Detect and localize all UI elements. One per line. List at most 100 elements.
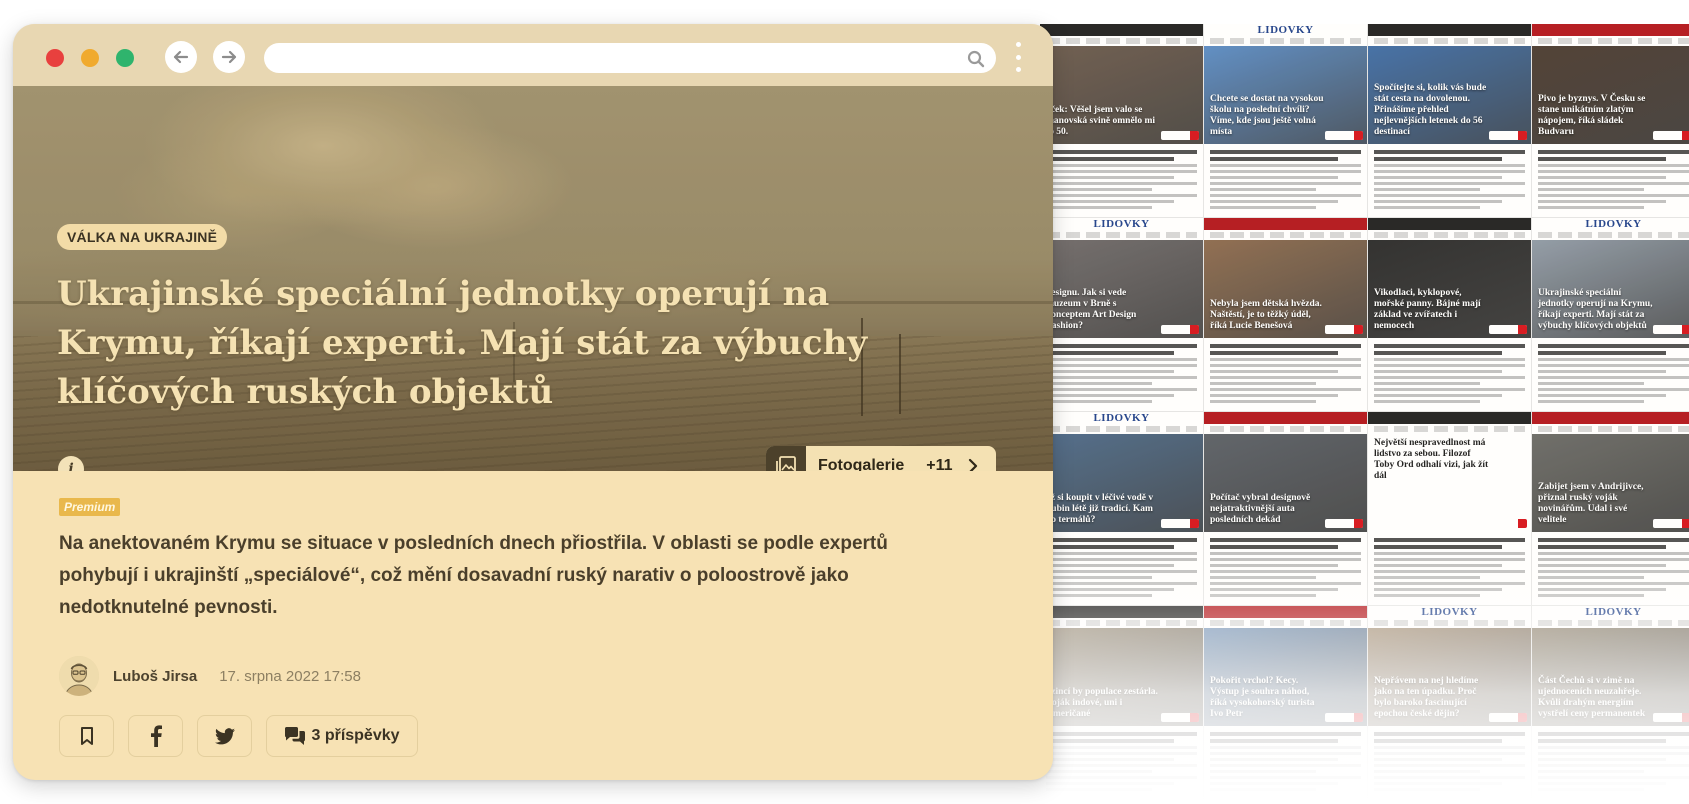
arrow-left-icon [173,50,189,64]
thumbnail-headline: designu. Jak si vede muzeum v Brně s kon… [1046,288,1137,331]
search-icon[interactable] [966,49,986,69]
thumbnail-image: Spočítejte si, kolik vás bude stát cesta… [1368,46,1531,144]
forward-button[interactable] [213,41,245,73]
thumbnail-nav [1538,38,1689,44]
thumbnail-headline: Nepřávem na nej hledíme jako na ten úpad… [1374,676,1479,719]
page-thumbnail: LIDOVKY Část Čechů si v zimě na ujednocen… [1532,606,1689,800]
page-thumbnail: LIDOVKY Ukrajinské speciální jednotky ope… [1532,218,1689,412]
thumbnail-headline: Počítač vybral designově nejatraktivnějš… [1210,493,1311,525]
thumbnail-headline: Zabijet jsem v Andrijivce, přiznal ruský… [1538,482,1644,525]
thumbnail-nav [1374,38,1525,44]
browser-window: VÁLKA NA UKRAJINĚ Ukrajinské speciální j… [13,24,1053,780]
page-thumbnail: Pivo je byznys. V Česku se stane unikátn… [1532,24,1689,218]
hero-image: VÁLKA NA UKRAJINĚ Ukrajinské speciální j… [13,86,1053,471]
page-thumbnail: Vikodlaci, kyklopové, mořské panny. Bájn… [1368,218,1532,412]
thumbnail-brand: LIDOVKY [1532,218,1689,230]
maximize-window-button[interactable] [116,49,134,67]
gallery-button[interactable]: Fotogalerie +11 [766,446,996,471]
thumbnail-image: Nepřávem na nej hledíme jako na ten úpad… [1368,628,1531,726]
thumbnail-brand [1368,412,1531,424]
thumbnail-nav [1538,426,1689,432]
thumbnail-headline: až si koupit v léčivé vodě v bubin létě … [1046,493,1154,525]
facebook-icon [150,725,162,747]
thumbnail-brand [1204,218,1367,230]
thumbnail-gallery-badge [1161,519,1199,528]
thumbnail-text-lines [1204,532,1367,605]
thumbnail-text-lines [1040,144,1203,217]
thumbnail-headline: dzincí by populace zestárla. Voják indov… [1046,687,1158,719]
thumbnail-headline: Část Čechů si v zimě na ujednoceních neu… [1538,676,1646,719]
section-tag[interactable]: VÁLKA NA UKRAJINĚ [57,224,228,250]
thumbnail-text-lines [1532,144,1689,217]
author-row: Luboš Jirsa 17. srpna 2022 17:58 [59,656,361,696]
page-thumbnail: LIDOVKY designu. Jak si vede muzeum v Brn… [1040,218,1204,412]
kebab-menu-icon[interactable] [1013,42,1023,72]
thumbnail-gallery-badge [1161,325,1199,334]
thumbnail-image: Pokořit vrchol? Kecy. Výstup je souhra n… [1204,628,1367,726]
premium-badge: Premium [59,498,121,516]
thumbnail-gallery-badge [1325,131,1363,140]
comments-count: 3 příspěvky [311,727,400,744]
thumbnail-gallery-badge [1653,519,1689,528]
thumbnail-gallery-badge [1489,713,1527,722]
thumbnail-image: Nebyla jsem dětská hvězda. Naštěstí, je … [1204,240,1367,338]
author-avatar[interactable] [59,656,99,696]
minimize-window-button[interactable] [81,49,99,67]
page-thumbnail: Počítač vybral designově nejatraktivnějš… [1204,412,1368,606]
thumbnail-brand [1040,24,1203,36]
close-window-button[interactable] [46,49,64,67]
thumbnail-gallery-badge [1653,131,1689,140]
twitter-icon [214,727,235,744]
thumbnail-nav [1046,38,1197,44]
arrow-right-icon [221,50,237,64]
page-thumbnail: Zabijet jsem v Andrijivce, přiznal ruský… [1532,412,1689,606]
back-button[interactable] [165,41,197,73]
thumbnail-text-lines [1368,532,1531,605]
thumbnail-text-lines [1532,726,1689,799]
thumbnail-gallery-badge [1653,713,1689,722]
chevron-right-icon [968,458,977,471]
thumbnail-gallery-badge [1325,325,1363,334]
thumbnail-nav [1538,232,1689,238]
thumbnail-text-lines [1204,726,1367,799]
thumbnail-brand: LIDOVKY [1204,24,1367,36]
thumbnail-headline: Ukrajinské speciální jednotky operují na… [1538,288,1653,331]
thumbnail-image: Část Čechů si v zimě na ujednoceních neu… [1532,628,1689,726]
thumbnail-headline: Největší nespravedlnost má lidstvo za se… [1374,438,1489,481]
author-name[interactable]: Luboš Jirsa [113,668,197,685]
thumbnail-text-lines [1204,338,1367,411]
gallery-count: +11 [926,457,953,471]
twitter-share-button[interactable] [197,715,252,757]
bookmark-button[interactable] [59,715,114,757]
thumbnail-image: Pivo je byznys. V Česku se stane unikátn… [1532,46,1689,144]
gallery-icon [766,446,806,471]
thumbnail-brand [1532,412,1689,424]
thumbnail-nav [1046,620,1197,626]
thumbnail-brand [1368,218,1531,230]
thumbnail-text-lines [1040,338,1203,411]
page-thumbnail: Nebyla jsem dětská hvězda. Naštěstí, je … [1204,218,1368,412]
thumbnail-headline: Pokořit vrchol? Kecy. Výstup je souhra n… [1210,676,1315,719]
thumbnail-nav [1210,620,1361,626]
thumbnail-image: designu. Jak si vede muzeum v Brně s kon… [1040,240,1203,338]
address-bar[interactable] [264,43,996,73]
comments-button[interactable]: 3 příspěvky [266,715,418,757]
thumbnail-headline: Spočítejte si, kolik vás bude stát cesta… [1374,83,1487,137]
facebook-share-button[interactable] [128,715,183,757]
thumbnail-gallery-badge [1489,131,1527,140]
thumbnail-text-lines [1532,338,1689,411]
thumbnail-brand: LIDOVKY [1532,606,1689,618]
bookmark-icon [80,727,93,745]
thumbnail-brand: LIDOVKY [1368,606,1531,618]
thumbnail-nav [1210,38,1361,44]
thumbnail-image: Zabijet jsem v Andrijivce, přiznal ruský… [1532,434,1689,532]
screenshot-collage: áček: Věšel jsem valo se manovská svině … [1040,24,1689,804]
thumbnail-image: dzincí by populace zestárla. Voják indov… [1040,628,1203,726]
thumbnail-brand [1204,412,1367,424]
thumbnail-brand [1368,24,1531,36]
thumbnail-gallery-badge [1325,713,1363,722]
thumbnail-image: áček: Věšel jsem valo se manovská svině … [1040,46,1203,144]
thumbnail-text-lines [1368,144,1531,217]
thumbnail-nav [1046,232,1197,238]
thumbnail-nav [1046,426,1197,432]
